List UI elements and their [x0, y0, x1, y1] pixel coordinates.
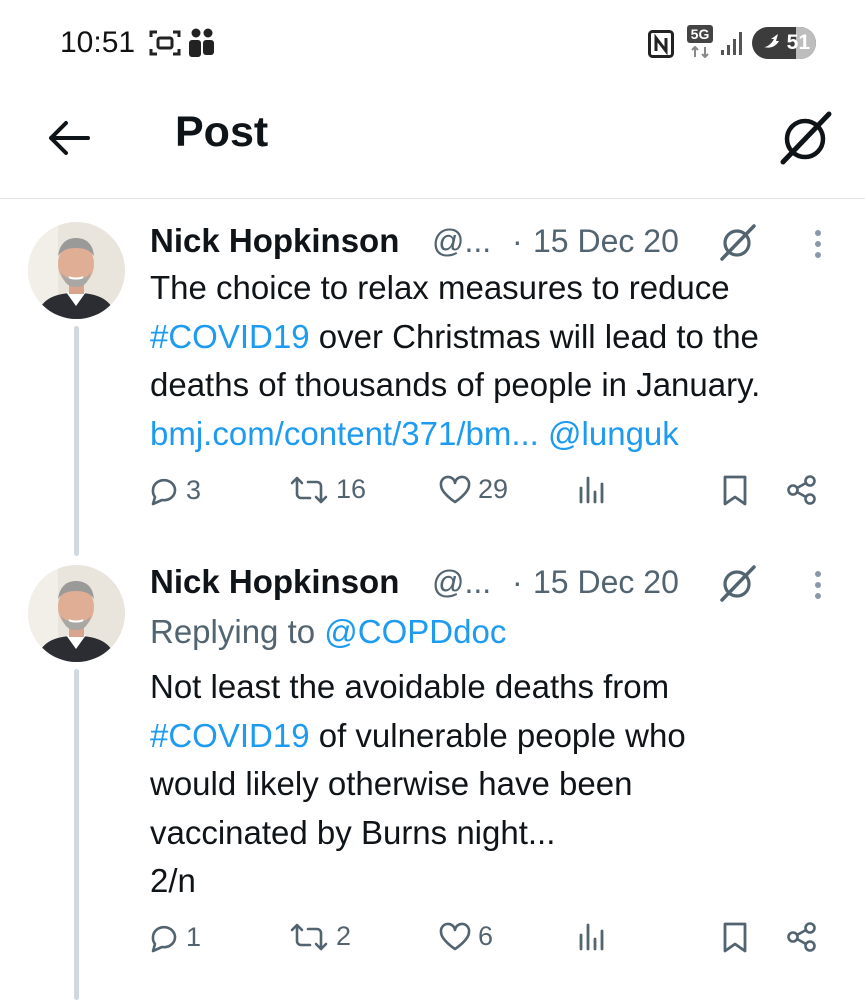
avatar[interactable]: [28, 222, 125, 319]
tweet-line: The choice to relax measures to reduce: [150, 269, 730, 306]
share-button[interactable]: [786, 921, 818, 953]
grok-icon[interactable]: [718, 563, 758, 603]
like-count: 6: [478, 921, 494, 951]
post-date[interactable]: 15 Dec 20: [533, 564, 679, 601]
replying-to: Replying to @COPDdoc: [150, 613, 506, 651]
share-icon: [787, 475, 816, 505]
5g-icon: 5G: [686, 24, 716, 63]
network-label: 5G: [691, 26, 710, 42]
signal-icon: [720, 30, 746, 61]
reply-icon: [151, 478, 177, 506]
tweet-line: vaccinated by Burns night...: [150, 813, 556, 851]
tweet-2[interactable]: Nick Hopkinson @... · 15 Dec 20 Replying…: [0, 545, 865, 1000]
analytics-icon: [579, 923, 604, 951]
heart-icon: [439, 475, 471, 503]
nfc-icon: [648, 30, 674, 63]
top-app-bar: Post: [0, 88, 865, 199]
author-name[interactable]: Nick Hopkinson: [150, 563, 399, 601]
like-button[interactable]: 6: [438, 921, 493, 952]
bookmark-icon: [723, 475, 747, 506]
repost-button[interactable]: 2: [288, 921, 351, 952]
reply-button[interactable]: 3: [148, 474, 201, 506]
back-arrow-icon: [49, 121, 90, 155]
bookmark-icon: [723, 922, 747, 953]
reply-icon: [151, 925, 177, 953]
grok-button[interactable]: [774, 106, 838, 170]
heart-icon: [439, 922, 471, 950]
tweet-line: would likely otherwise have been: [150, 765, 633, 802]
tweet-text: The choice to relax measures to reduce #…: [150, 264, 850, 458]
status-bar: 10:51 5G 51: [0, 0, 865, 88]
share-icon: [787, 922, 816, 952]
repost-icon: [290, 923, 328, 950]
mention-link[interactable]: @lunguk: [548, 415, 679, 452]
battery-icon: 51: [752, 27, 816, 59]
tweet-actions: 3 16 29: [0, 474, 865, 524]
share-button[interactable]: [786, 474, 818, 506]
tweet-actions: 1 2 6: [0, 921, 865, 971]
tweet-line: bmj.com/content/371/bm... @lunguk: [150, 410, 850, 459]
analytics-icon: [579, 476, 604, 504]
post-date[interactable]: 15 Dec 20: [533, 223, 679, 260]
reply-count: 3: [186, 474, 202, 505]
tweet-line: 2/n: [150, 862, 196, 899]
author-handle[interactable]: @...: [432, 564, 491, 601]
author-handle[interactable]: @...: [432, 223, 491, 260]
screenshot-icon: [148, 28, 182, 63]
repost-count: 2: [336, 921, 352, 951]
tweet-line-text: of vulnerable people who: [309, 716, 686, 754]
repost-button[interactable]: 16: [288, 474, 366, 505]
author-name[interactable]: Nick Hopkinson: [150, 222, 399, 260]
meta-separator: ·: [512, 223, 523, 259]
views-button[interactable]: [578, 921, 606, 951]
grok-icon[interactable]: [718, 222, 758, 262]
bookmark-button[interactable]: [722, 921, 748, 953]
page-title: Post: [175, 108, 269, 156]
url-link[interactable]: bmj.com/content/371/bm...: [150, 415, 539, 452]
reply-count: 1: [186, 921, 202, 952]
views-button[interactable]: [578, 474, 606, 504]
status-time: 10:51: [60, 26, 136, 59]
hashtag-link[interactable]: #COVID19: [150, 717, 310, 754]
repost-count: 16: [336, 474, 367, 504]
more-options-icon[interactable]: [808, 566, 828, 606]
tweet-line: #COVID19 over Christmas will lead to the: [150, 313, 850, 362]
teams-icon: [188, 27, 216, 64]
reply-button[interactable]: 1: [148, 921, 201, 953]
avatar[interactable]: [28, 565, 125, 662]
tweet-line: Not least the avoidable deaths from: [150, 668, 670, 705]
tweet-text: Not least the avoidable deaths from #COV…: [150, 663, 850, 906]
back-button[interactable]: [40, 110, 96, 166]
mention-link[interactable]: @COPDdoc: [324, 613, 506, 650]
tweet-1[interactable]: Nick Hopkinson @... · 15 Dec 20 The choi…: [0, 200, 865, 556]
more-options-icon[interactable]: [808, 225, 828, 265]
bookmark-button[interactable]: [722, 474, 748, 506]
hashtag-link[interactable]: #COVID19: [150, 318, 310, 355]
like-button[interactable]: 29: [438, 474, 508, 505]
tweet-line: #COVID19 of vulnerable people who: [150, 712, 850, 761]
repost-icon: [290, 476, 328, 503]
tweet-line-text: over Christmas will lead to the: [309, 317, 759, 355]
battery-level: 51: [786, 31, 810, 54]
tweet-line: deaths of thousands of people in January…: [150, 366, 761, 403]
replying-label: Replying to: [150, 613, 325, 650]
like-count: 29: [478, 474, 509, 504]
meta-separator: ·: [512, 564, 523, 600]
grok-icon: [780, 111, 832, 165]
